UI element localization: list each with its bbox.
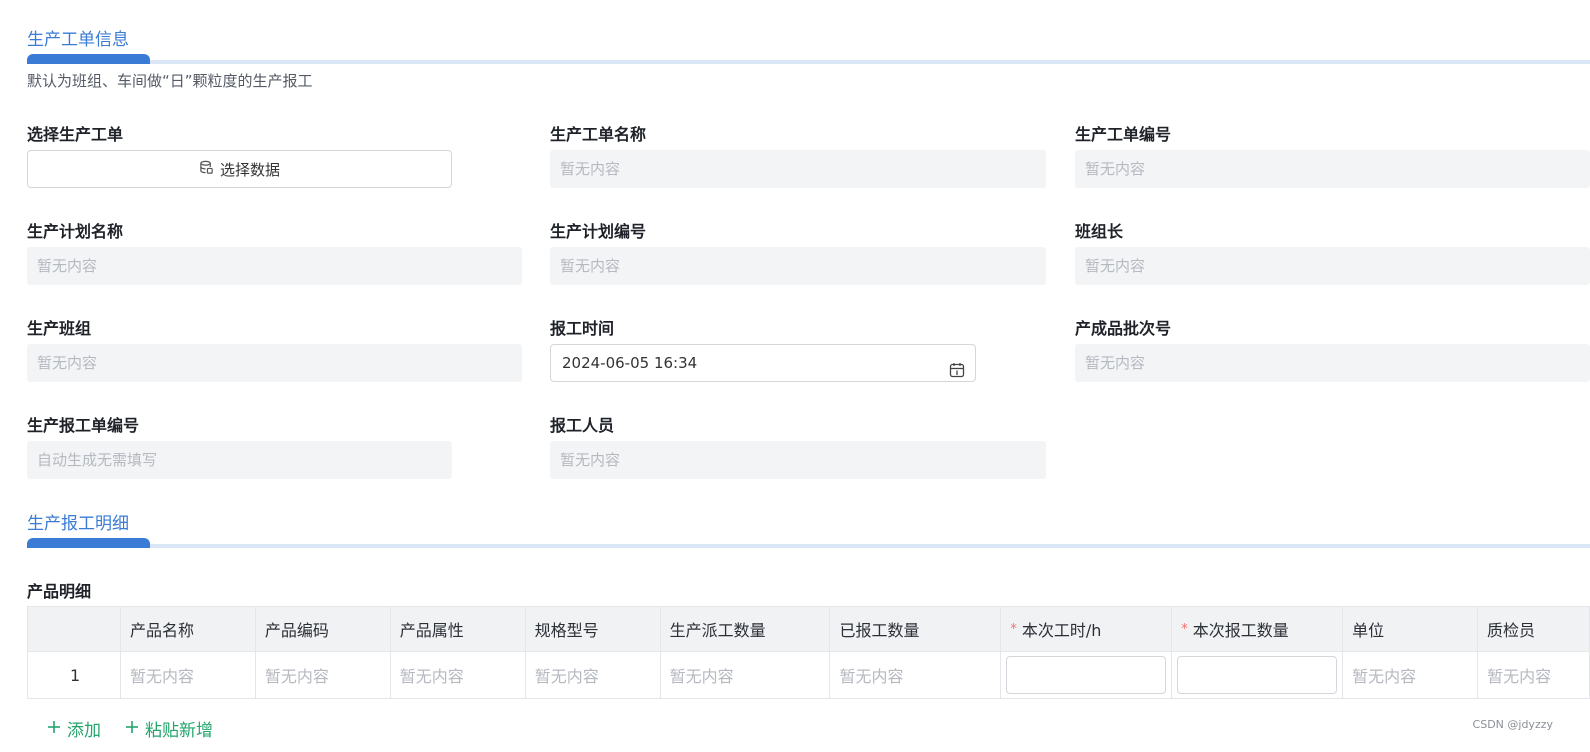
paste-add-button[interactable]: 粘贴新增 bbox=[125, 716, 213, 741]
batch-no-label: 产成品批次号 bbox=[1075, 319, 1172, 338]
plus-icon bbox=[47, 719, 61, 739]
section-hint: 默认为班组、车间做“日”颗粒度的生产报工 bbox=[27, 72, 313, 90]
team-field: 暂无内容 bbox=[27, 344, 522, 382]
hours-input[interactable] bbox=[1006, 656, 1167, 694]
cell-dispatch-qty: 暂无内容 bbox=[660, 652, 831, 699]
col-header-report-qty: * 本次报工数量 bbox=[1172, 607, 1344, 652]
paste-add-label: 粘贴新增 bbox=[145, 721, 213, 741]
batch-no-field: 暂无内容 bbox=[1075, 344, 1590, 382]
cell-report-qty bbox=[1172, 652, 1344, 699]
required-mark: * bbox=[1181, 621, 1188, 637]
calendar-icon[interactable] bbox=[949, 355, 965, 391]
report-time-picker[interactable]: 2024-06-05 16:34 bbox=[550, 344, 976, 382]
select-data-label: 选择数据 bbox=[219, 160, 280, 179]
plus-icon bbox=[125, 719, 139, 739]
watermark: CSDN @jdyzzy bbox=[1472, 718, 1553, 731]
section-divider-accent bbox=[27, 54, 150, 64]
plan-name-label: 生产计划名称 bbox=[27, 222, 124, 241]
cell-product-code: 暂无内容 bbox=[255, 652, 391, 699]
row-index: 1 bbox=[28, 652, 121, 699]
plan-name-field: 暂无内容 bbox=[27, 247, 522, 285]
team-leader-field: 暂无内容 bbox=[1075, 247, 1590, 285]
section-divider bbox=[27, 60, 1590, 64]
section-divider-accent bbox=[27, 538, 150, 548]
report-no-label: 生产报工单编号 bbox=[27, 416, 140, 435]
col-header-hours: * 本次工时/h bbox=[1001, 607, 1173, 652]
plan-no-field: 暂无内容 bbox=[550, 247, 1046, 285]
section-title-report-detail: 生产报工明细 bbox=[27, 514, 129, 534]
team-label: 生产班组 bbox=[27, 319, 92, 338]
cell-spec: 暂无内容 bbox=[525, 652, 661, 699]
cell-inspector: 暂无内容 bbox=[1478, 652, 1590, 699]
report-qty-input[interactable] bbox=[1177, 656, 1338, 694]
table-header-row: 产品名称 产品编码 产品属性 规格型号 生产派工数量 已报工数量 * 本次工时/h… bbox=[28, 607, 1590, 652]
order-name-field: 暂无内容 bbox=[550, 150, 1046, 188]
col-header-product-code: 产品编码 bbox=[255, 607, 391, 652]
order-name-label: 生产工单名称 bbox=[550, 125, 647, 144]
reporter-field: 暂无内容 bbox=[550, 441, 1046, 479]
database-icon bbox=[199, 160, 214, 179]
order-no-field: 暂无内容 bbox=[1075, 150, 1590, 188]
plan-no-label: 生产计划编号 bbox=[550, 222, 647, 241]
section-title-order-info: 生产工单信息 bbox=[27, 30, 129, 50]
col-header-inspector: 质检员 bbox=[1478, 607, 1590, 652]
select-order-label: 选择生产工单 bbox=[27, 125, 124, 144]
product-detail-table: 产品名称 产品编码 产品属性 规格型号 生产派工数量 已报工数量 * 本次工时/h… bbox=[27, 606, 1590, 699]
order-no-label: 生产工单编号 bbox=[1075, 125, 1172, 144]
col-header-dispatch-qty: 生产派工数量 bbox=[660, 607, 831, 652]
col-header-reported-qty: 已报工数量 bbox=[830, 607, 1002, 652]
col-header-product-attr: 产品属性 bbox=[390, 607, 526, 652]
cell-reported-qty: 暂无内容 bbox=[830, 652, 1002, 699]
col-header-product-name: 产品名称 bbox=[120, 607, 256, 652]
table-row: 1 暂无内容 暂无内容 暂无内容 暂无内容 暂无内容 暂无内容 暂无内容 暂无内… bbox=[28, 652, 1590, 699]
team-leader-label: 班组长 bbox=[1075, 222, 1124, 241]
report-time-value: 2024-06-05 16:34 bbox=[562, 354, 698, 372]
report-time-label: 报工时间 bbox=[550, 319, 615, 338]
section-divider bbox=[27, 544, 1590, 548]
product-detail-label: 产品明细 bbox=[27, 582, 92, 601]
cell-product-name: 暂无内容 bbox=[120, 652, 256, 699]
required-mark: * bbox=[1010, 621, 1017, 637]
col-header-unit: 单位 bbox=[1343, 607, 1479, 652]
add-button[interactable]: 添加 bbox=[47, 716, 101, 741]
reporter-label: 报工人员 bbox=[550, 416, 615, 435]
cell-unit: 暂无内容 bbox=[1343, 652, 1479, 699]
cell-hours bbox=[1001, 652, 1173, 699]
report-no-field: 自动生成无需填写 bbox=[27, 441, 452, 479]
col-header-spec: 规格型号 bbox=[525, 607, 661, 652]
cell-product-attr: 暂无内容 bbox=[390, 652, 526, 699]
select-data-button[interactable]: 选择数据 bbox=[27, 150, 452, 188]
col-header-index bbox=[28, 607, 121, 652]
add-label: 添加 bbox=[67, 721, 101, 741]
